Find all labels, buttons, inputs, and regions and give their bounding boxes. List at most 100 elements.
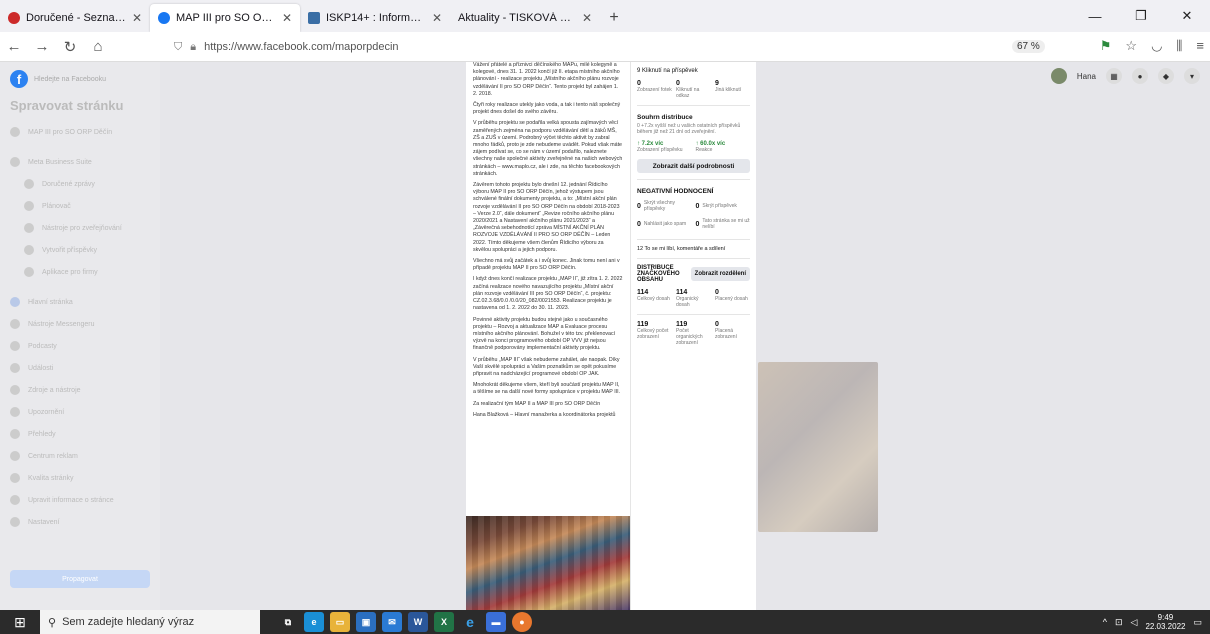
taskbar-search-placeholder: Sem zadejte hledaný výraz [62,616,195,628]
network-icon[interactable]: ⊡ [1115,617,1123,628]
sidebar-item-resources[interactable]: Zdroje a nástroje [10,379,150,401]
forward-icon[interactable]: → [28,38,56,55]
tray-chevron-icon[interactable]: ^ [1103,617,1107,627]
sidebar-item-edit-info[interactable]: Upravit informace o stránce [10,489,150,511]
content-distribution-title: DISTRIBUCE ZNAČKOVÉHO OBSAHU [637,265,680,283]
user-name[interactable]: Hana [1077,72,1096,81]
bookmark-star-icon[interactable]: ☆ [1125,38,1137,54]
clock[interactable]: 9:49 22.03.2022 [1145,613,1185,631]
close-tab-icon[interactable]: ✕ [432,11,442,25]
calendar-icon [24,201,34,211]
reach-label: Organický dosah [676,296,699,308]
firefox-icon[interactable]: ● [512,612,532,632]
facebook-logo-icon[interactable]: f [10,70,28,88]
messenger-icon[interactable]: ● [1132,68,1148,84]
post-paragraph: Všechno má svůj začátek a i svůj konec. … [473,258,620,272]
user-avatar[interactable] [1050,68,1067,84]
sidebar-item-insights[interactable]: Přehledy [10,423,150,445]
engagement-line: 12 To se mi líbí, komentáře a sdílení [637,246,726,252]
search-input-placeholder[interactable]: Hledejte na Facebooku [34,76,106,83]
fb-search[interactable]: f Hledejte na Facebooku [10,70,150,88]
taskbar-search[interactable]: ⚲ Sem zadejte hledaný výraz [40,610,260,634]
sidebar-item-planner[interactable]: Plánovač [10,195,150,217]
sidebar-item-ad-center[interactable]: Centrum reklam [10,445,150,467]
browser-tab-bar: Doručené - Seznam Email ✕ MAP III pro SO… [0,0,1210,32]
zoom-level[interactable]: 67 % [1012,40,1045,53]
stat-value: 9 [715,80,719,87]
account-dropdown-icon[interactable]: ▾ [1184,68,1200,84]
flag-icon[interactable]: ⚑ [1100,38,1112,54]
page-selector[interactable]: MAP III pro SO ORP Děčín [10,121,150,143]
sidebar-item-inbox[interactable]: Doručené zprávy [10,173,150,195]
show-breakdown-button[interactable]: Zobrazit rozdělení [690,267,750,281]
sidebar-item-home[interactable]: Hlavní stránka [10,291,150,313]
events-icon [10,363,20,373]
sidebar-item-business-suite[interactable]: Meta Business Suite [10,151,150,173]
sidebar-item-business-apps[interactable]: Aplikace pro firmy [10,261,150,283]
sidebar-item-page-quality[interactable]: Kvalita stránky [10,467,150,489]
stat-label: Zobrazení fotek [637,87,672,93]
task-view-icon[interactable]: ⧉ [278,612,298,632]
sidebar-item-settings[interactable]: Nastavení [10,511,150,533]
windows-taskbar: ⊞ ⚲ Sem zadejte hledaný výraz ⧉ e ▭ ▣ ✉ … [0,610,1210,634]
word-icon[interactable]: W [408,612,428,632]
internet-explorer-icon[interactable]: e [460,612,480,632]
toolbar-icons: ⚑ ☆ ◡ ⫼ ≡ [1100,38,1204,54]
volume-icon[interactable]: ◁ [1131,617,1138,628]
tab-iskp[interactable]: ISKP14+ : Informace o zprávě ✕ [300,4,450,32]
lock-icon[interactable]: 🔒︎ [190,41,196,54]
notifications-icon[interactable]: ◆ [1158,68,1174,84]
inbox-icon [24,179,34,189]
sidebar-item-events[interactable]: Události [10,357,150,379]
library-icon[interactable]: ⫼ [1176,38,1182,54]
pocket-icon[interactable]: ◡ [1151,38,1162,54]
negative-row: 0 Skrýt všechny příspěvky 0 Skrýt příspěve… [637,197,750,215]
negative-feedback-title: NEGATIVNÍ HODNOCENÍ [637,188,714,195]
close-tab-icon[interactable]: ✕ [582,11,592,25]
tab-facebook-map[interactable]: MAP III pro SO ORP Děčín | Fac ✕ [150,4,300,32]
minimize-icon[interactable]: — [1072,0,1118,32]
distribution-note: 0 +7.2x vyšší než u vašich ostatních pří… [637,123,741,135]
stat-value: 0 [637,80,641,87]
close-tab-icon[interactable]: ✕ [132,11,142,25]
stat-value: 0 [676,80,680,87]
new-tab-button[interactable]: + [600,4,628,32]
impressions-label: Placená zobrazení [715,328,737,340]
file-explorer-icon[interactable]: ▭ [330,612,350,632]
podcast-icon [10,341,20,351]
show-more-details-button[interactable]: Zobrazit další podrobnosti [637,159,750,173]
sidebar-item-label: Doručené zprávy [42,180,95,188]
sidebar-item-messenger-tools[interactable]: Nástroje Messengeru [10,313,150,335]
sidebar-title: Spravovat stránku [10,98,124,113]
sidebar-item-publishing-tools[interactable]: Nástroje pro zveřejňování [10,217,150,239]
close-tab-icon[interactable]: ✕ [282,11,292,25]
back-icon[interactable]: ← [0,38,28,55]
shield-icon[interactable]: ⛉ [174,41,182,54]
resources-icon [10,385,20,395]
home-icon[interactable]: ⌂ [84,38,112,55]
chat-icon[interactable]: ▬ [486,612,506,632]
maximize-icon[interactable]: ❐ [1118,0,1164,32]
sidebar-item-notifications[interactable]: Upozornění [10,401,150,423]
url-bar[interactable]: ⛉ 🔒︎ https://www.facebook.com/maporpdeci… [168,36,1038,58]
menu-grid-icon[interactable]: ▦ [1106,68,1122,84]
close-window-icon[interactable]: ✕ [1164,0,1210,32]
store-icon[interactable]: ▣ [356,612,376,632]
edge-icon[interactable]: e [304,612,324,632]
tab-aktuality[interactable]: Aktuality - TISKOVÁ ZPRÁVA - 31. le ✕ [450,4,600,32]
tab-seznam-email[interactable]: Doručené - Seznam Email ✕ [0,4,150,32]
sidebar-item-podcasts[interactable]: Podcasty [10,335,150,357]
neg-value: 0 [695,202,700,210]
promote-button[interactable]: Propagovat [10,570,150,588]
sidebar-item-create-posts[interactable]: Vytvořit příspěvky [10,239,150,261]
gear-icon [10,517,20,527]
post-paragraph: Mnohokrát děkujeme všem, kteří byli souč… [473,382,621,396]
post-photo[interactable] [466,516,630,610]
windows-start-icon[interactable]: ⊞ [0,610,40,634]
mail-icon[interactable]: ✉ [382,612,402,632]
reload-icon[interactable]: ↻ [56,38,84,56]
pencil-icon [10,495,20,505]
menu-icon[interactable]: ≡ [1196,38,1204,54]
excel-icon[interactable]: X [434,612,454,632]
notification-center-icon[interactable]: ▭ [1193,617,1202,628]
